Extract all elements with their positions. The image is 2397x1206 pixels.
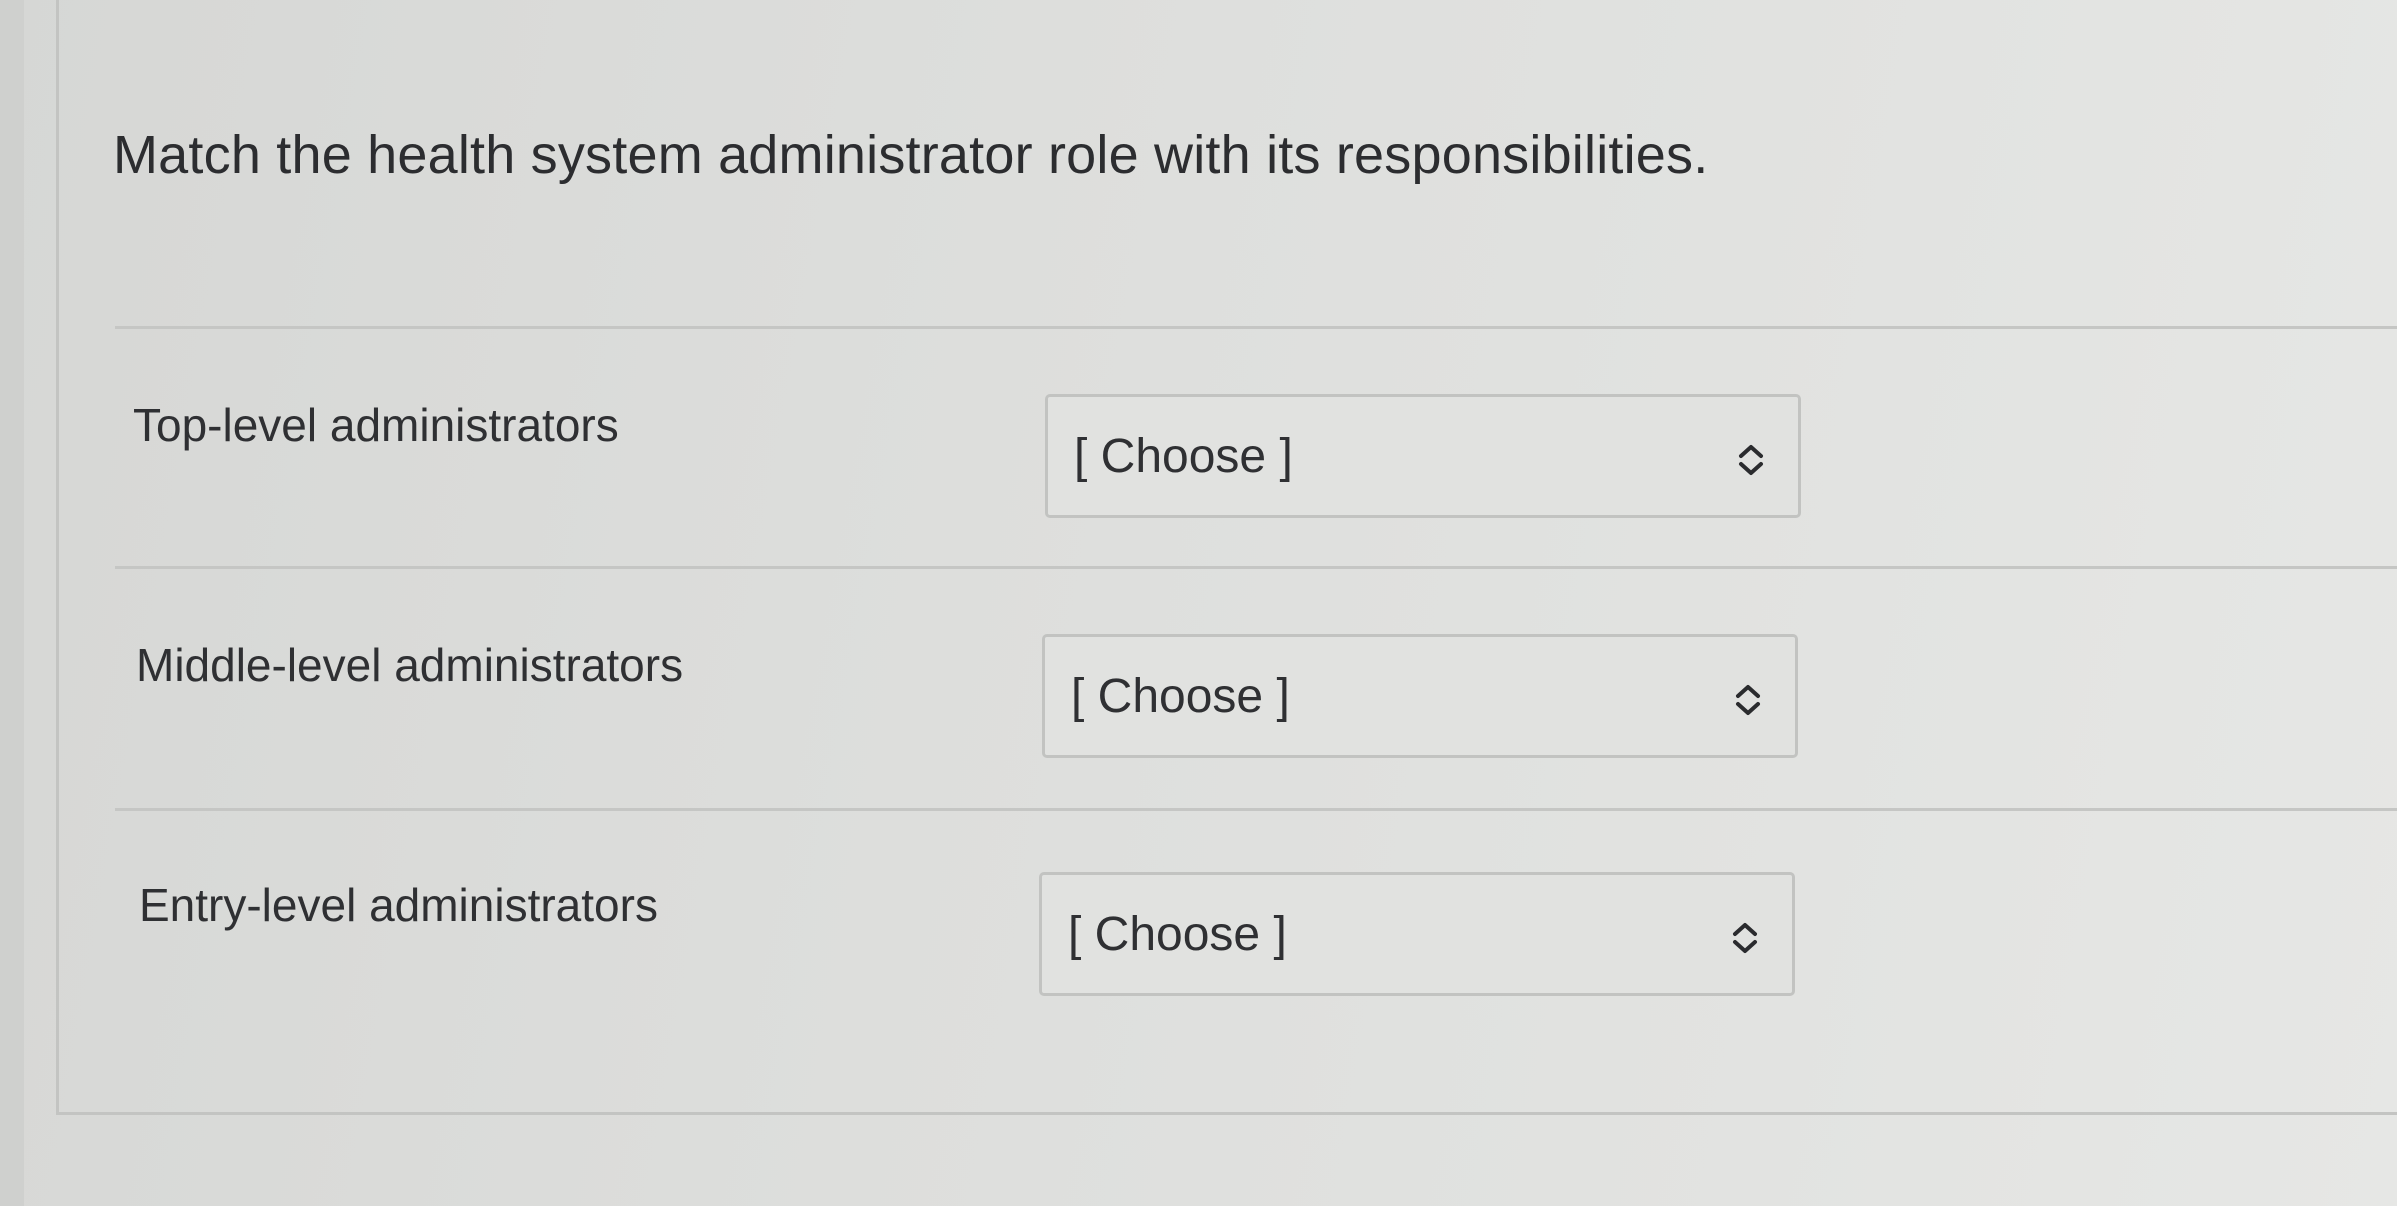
match-select-top-level[interactable]: [ Choose ] (1045, 394, 1801, 518)
select-value: [ Choose ] (1074, 430, 1293, 483)
question-prompt: Match the health system administrator ro… (113, 125, 1709, 185)
divider (115, 326, 2397, 329)
divider (115, 808, 2397, 811)
chevron-up-down-icon (1736, 685, 1760, 715)
chevron-up-down-icon (1733, 923, 1757, 953)
match-select-entry-level[interactable]: [ Choose ] (1039, 872, 1795, 996)
match-select-middle-level[interactable]: [ Choose ] (1042, 634, 1798, 758)
row-label-middle-level: Middle-level administrators (136, 639, 684, 691)
divider (115, 566, 2397, 569)
select-value: [ Choose ] (1071, 670, 1290, 723)
select-value: [ Choose ] (1068, 908, 1287, 961)
row-label-top-level: Top-level administrators (133, 399, 619, 451)
quiz-page: Match the health system administrator ro… (0, 0, 2397, 1206)
page-edge (0, 0, 24, 1206)
chevron-up-down-icon (1739, 445, 1763, 475)
row-label-entry-level: Entry-level administrators (139, 879, 658, 931)
